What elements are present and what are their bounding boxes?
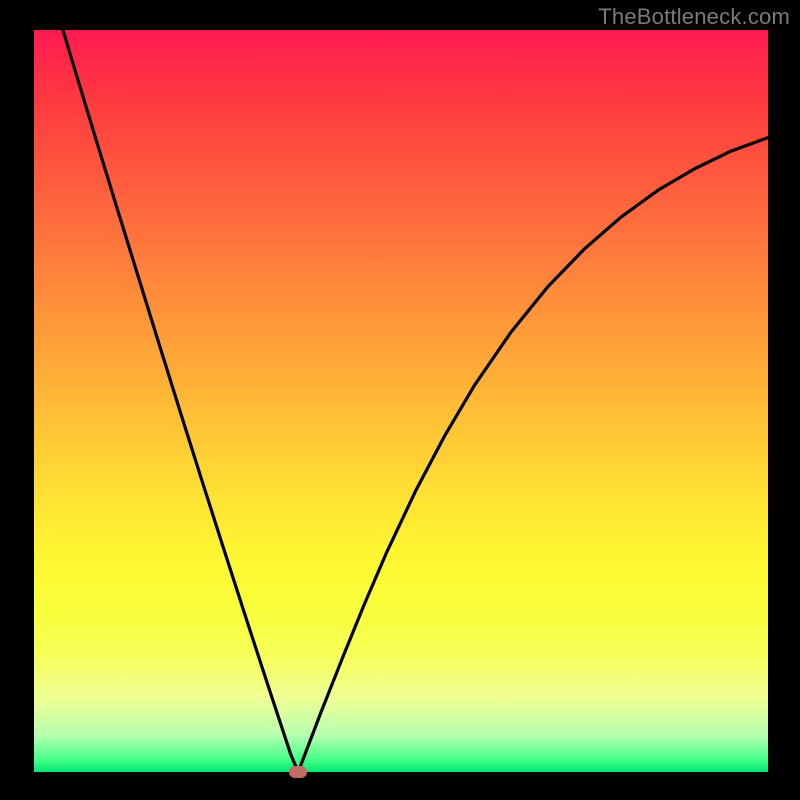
plot-area [34,30,768,772]
curve-svg [34,30,768,772]
bottleneck-curve [34,0,768,772]
watermark-text: TheBottleneck.com [598,4,790,30]
bottleneck-marker [289,766,307,778]
chart-frame: TheBottleneck.com [0,0,800,800]
